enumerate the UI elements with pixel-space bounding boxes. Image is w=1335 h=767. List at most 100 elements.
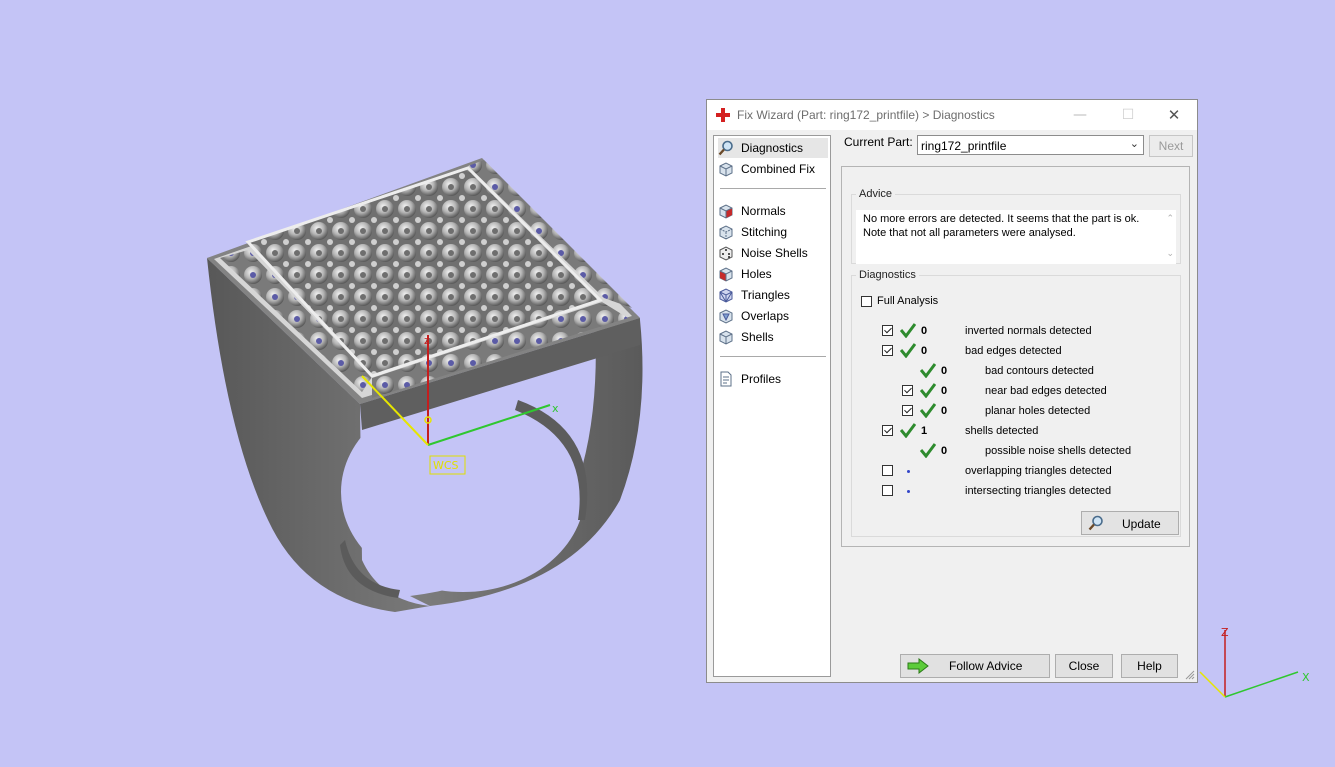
corner-axis-z-label: Z [1221,626,1229,639]
fix-wizard-dialog: Fix Wizard (Part: ring172_printfile) > D… [706,99,1198,683]
current-part-value: ring172_printfile [921,139,1007,153]
ok-check-icon [920,443,936,458]
minimize-button[interactable]: — [1065,103,1095,127]
ok-check-icon [900,343,916,358]
sidebar-item-label: Holes [741,267,772,281]
sidebar-item-label: Triangles [741,288,790,302]
advice-line-1: No more errors are detected. It seems th… [863,213,1140,225]
sidebar-item-profiles[interactable]: Profiles [718,369,828,389]
sidebar-separator [720,356,826,357]
sidebar-item-triangles[interactable]: Triangles [718,285,828,305]
near-bad-edges-label: near bad edges detected [985,385,1107,397]
near-bad-edges-checkbox[interactable] [902,385,913,396]
corner-axes-gizmo: Z X [1199,626,1310,698]
title-bar[interactable]: Fix Wizard (Part: ring172_printfile) > D… [707,100,1197,130]
red-cross-icon [716,108,730,122]
corner-axis-x-label: X [1302,671,1310,684]
wcs-label: WCS [433,459,459,472]
sidebar-item-label: Noise Shells [741,246,808,260]
update-button[interactable]: Update [1081,511,1179,535]
bad-edges-checkbox[interactable] [882,345,893,356]
bad-edges-label: bad edges detected [965,345,1062,357]
sidebar-item-holes[interactable]: Holes [718,264,828,284]
intersecting-triangles-checkbox[interactable] [882,485,893,496]
follow-advice-button[interactable]: Follow Advice [900,654,1050,678]
sidebar-item-label: Profiles [741,372,782,386]
shells-label: shells detected [965,425,1039,437]
normals-cube-icon [719,204,733,219]
magnifier-icon [1088,515,1103,531]
diagnostics-title: Diagnostics [859,269,916,281]
ring-model [207,158,643,612]
model-axis-z-label: z [424,334,430,347]
wizard-sidebar: Diagnostics Combined Fix Normals Stitchi… [713,135,831,677]
full-analysis-label: Full Analysis [877,295,939,307]
sidebar-item-normals[interactable]: Normals [718,201,828,221]
magnifier-icon [718,140,733,156]
advice-text-box[interactable]: No more errors are detected. It seems th… [856,210,1176,264]
noise-shells-count: 0 [941,445,948,457]
planar-holes-label: planar holes detected [985,405,1091,417]
chevron-down-icon: ⌄ [1129,138,1139,150]
close-window-button[interactable]: ✕ [1159,103,1189,127]
sidebar-item-shells[interactable]: Shells [718,327,828,347]
bad-edges-count: 0 [921,345,928,357]
bad-contours-count: 0 [941,365,948,377]
not-analysed-dot-icon [907,470,910,473]
planar-holes-checkbox[interactable] [902,405,913,416]
follow-advice-label: Follow Advice [949,659,1023,673]
sidebar-item-diagnostics[interactable]: Diagnostics [718,138,828,158]
holes-cube-icon [719,267,733,282]
diagnostics-panel: Advice No more errors are detected. It s… [841,166,1190,547]
current-part-label: Current Part: [844,135,913,149]
sidebar-item-overlaps[interactable]: Overlaps [718,306,828,326]
resize-grip-icon[interactable] [1185,670,1195,680]
diagnostics-group: Diagnostics Full Analysis 0 inverted nor… [851,269,1181,537]
advice-title: Advice [859,188,893,200]
maximize-button[interactable]: ☐ [1113,103,1143,127]
ok-check-icon [900,423,916,438]
current-part-select[interactable]: ring172_printfile ⌄ [917,135,1144,155]
shells-cube-icon [719,330,733,345]
next-button[interactable]: Next [1149,135,1193,157]
bad-contours-label: bad contours detected [985,365,1094,377]
sidebar-item-combined-fix[interactable]: Combined Fix [718,159,828,179]
sidebar-item-label: Diagnostics [741,141,804,155]
sidebar-item-noise-shells[interactable]: Noise Shells [718,243,828,263]
triangles-cube-icon [719,288,733,303]
combined-fix-cube-icon [719,162,733,177]
inverted-normals-count: 0 [921,325,928,337]
overlaps-cube-icon [719,309,733,324]
advice-group: Advice No more errors are detected. It s… [851,188,1181,264]
sidebar-item-label: Normals [741,204,786,218]
ok-check-icon [920,403,936,418]
advice-line-2: Note that not all parameters were analys… [863,227,1076,239]
close-button[interactable]: Close [1055,654,1113,678]
sidebar-item-stitching[interactable]: Stitching [718,222,828,242]
ok-check-icon [920,363,936,378]
model-axis-x-label: x [552,402,559,415]
ok-check-icon [900,323,916,338]
ok-check-icon [920,383,936,398]
profiles-document-icon [720,371,732,387]
scroll-down-icon[interactable]: ⌄ [1166,248,1174,259]
scroll-up-icon[interactable]: ⌃ [1166,213,1174,224]
sidebar-item-label: Stitching [741,225,788,239]
shells-count: 1 [921,425,928,437]
green-arrow-icon [907,658,929,674]
help-button[interactable]: Help [1121,654,1178,678]
full-analysis-checkbox[interactable] [861,296,872,307]
update-label: Update [1122,517,1161,531]
sidebar-separator [720,188,826,189]
near-bad-edges-count: 0 [941,385,948,397]
sidebar-item-label: Shells [741,330,774,344]
not-analysed-dot-icon [907,490,910,493]
shells-checkbox[interactable] [882,425,893,436]
overlapping-triangles-checkbox[interactable] [882,465,893,476]
inverted-normals-label: inverted normals detected [965,325,1092,337]
overlapping-triangles-label: overlapping triangles detected [965,465,1112,477]
noise-shells-dice-icon [719,246,733,261]
inverted-normals-checkbox[interactable] [882,325,893,336]
intersecting-triangles-label: intersecting triangles detected [965,485,1112,497]
stitching-cube-icon [719,225,733,240]
